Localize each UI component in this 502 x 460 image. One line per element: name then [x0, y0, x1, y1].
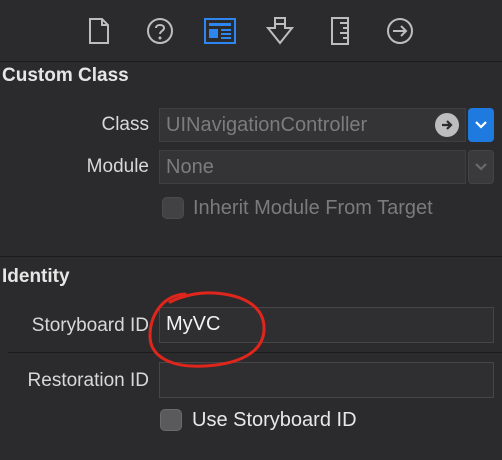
identity-inspector-panel: Custom Class Class UINavigationControlle…	[0, 0, 502, 460]
storyboard-id-value: MyVC	[166, 313, 221, 335]
module-value: None	[166, 156, 214, 178]
class-dropdown-button[interactable]	[468, 108, 494, 142]
row-divider	[8, 352, 502, 353]
inherit-module-label: Inherit Module From Target	[193, 197, 433, 219]
connections-inspector-icon[interactable]	[383, 14, 417, 48]
attributes-inspector-icon[interactable]	[263, 14, 297, 48]
class-label: Class	[101, 114, 149, 135]
section-divider	[0, 256, 502, 257]
module-field[interactable]: None	[159, 150, 466, 184]
storyboard-id-label: Storyboard ID	[31, 315, 149, 336]
class-field[interactable]: UINavigationController	[159, 108, 466, 142]
inherit-module-checkbox[interactable]	[162, 197, 184, 219]
identity-header: Identity	[2, 266, 70, 287]
arrow-right-icon	[442, 120, 453, 130]
module-label: Module	[86, 156, 149, 177]
chevron-down-icon	[475, 121, 487, 129]
class-value: UINavigationController	[166, 114, 368, 136]
use-storyboard-id-label: Use Storyboard ID	[192, 409, 357, 431]
inspector-toolbar	[0, 0, 502, 62]
size-inspector-icon[interactable]	[323, 14, 357, 48]
restoration-id-label: Restoration ID	[27, 370, 149, 391]
file-inspector-icon[interactable]	[82, 14, 116, 48]
help-inspector-icon[interactable]	[143, 14, 177, 48]
identity-inspector-icon[interactable]	[203, 14, 237, 48]
storyboard-id-field[interactable]: MyVC	[159, 307, 494, 343]
restoration-id-field[interactable]	[159, 362, 494, 398]
go-to-class-button[interactable]	[435, 113, 459, 137]
module-dropdown-button[interactable]	[468, 150, 494, 184]
chevron-down-icon	[475, 163, 487, 171]
custom-class-header: Custom Class	[2, 65, 129, 86]
use-storyboard-id-checkbox[interactable]	[160, 409, 182, 431]
